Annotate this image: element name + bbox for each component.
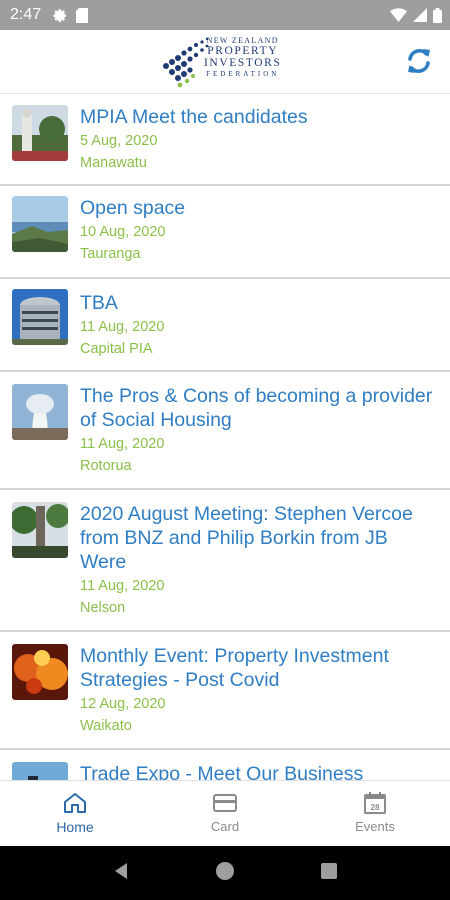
calendar-icon: 28 [364, 792, 386, 814]
bottom-tab-bar: Home Card 28 Events [0, 780, 450, 846]
event-title: 2020 August Meeting: Stephen Vercoe from… [80, 503, 413, 573]
event-location: Manawatu [80, 155, 147, 171]
event-item[interactable]: MPIA Meet the candidates 5 Aug, 2020 Man… [0, 95, 450, 186]
gear-icon [53, 8, 68, 23]
event-date: 5 Aug, 2020 [80, 133, 158, 149]
event-title: Trade Expo - Meet Our Business [80, 763, 364, 780]
event-location: Rotorua [80, 458, 132, 474]
event-title: TBA [80, 292, 118, 314]
system-nav-bar [0, 846, 450, 900]
event-date: 11 Aug, 2020 [80, 436, 165, 452]
event-thumbnail [12, 105, 68, 161]
wifi-icon [390, 8, 407, 22]
signal-icon [413, 8, 427, 22]
event-date: 11 Aug, 2020 [80, 319, 165, 335]
card-icon [213, 794, 237, 812]
event-thumbnail [12, 502, 68, 558]
tab-card-label: Card [210, 819, 240, 834]
logo-line-2: PROPERTY [207, 45, 279, 57]
tab-home-label: Home [56, 819, 94, 835]
event-title: Open space [80, 197, 186, 219]
event-title: Monthly Event: Property Investment Strat… [80, 645, 389, 691]
federation-logo: NEW ZEALAND PROPERTY INVESTORS FEDERATIO… [160, 34, 295, 90]
event-item[interactable]: TBA 11 Aug, 2020 Capital PIA [0, 279, 450, 372]
app-header: NEW ZEALAND PROPERTY INVESTORS FEDERATIO… [0, 30, 450, 94]
home-icon [64, 793, 86, 813]
event-location: Waikato [80, 718, 132, 734]
event-item[interactable]: Monthly Event: Property Investment Strat… [0, 632, 450, 750]
tab-home[interactable]: Home [0, 781, 150, 846]
status-right-icons [390, 7, 442, 23]
tab-card[interactable]: Card [150, 781, 300, 846]
event-thumbnail [12, 762, 68, 780]
sd-card-icon [76, 7, 89, 23]
event-thumbnail [12, 384, 68, 440]
event-list[interactable]: MPIA Meet the candidates 5 Aug, 2020 Man… [0, 95, 450, 780]
tab-events-label: Events [355, 819, 395, 834]
home-circle-icon[interactable] [215, 861, 235, 886]
event-item[interactable]: 2020 August Meeting: Stephen Vercoe from… [0, 490, 450, 632]
event-date: 12 Aug, 2020 [80, 696, 166, 712]
refresh-button[interactable] [404, 46, 434, 76]
event-date: 10 Aug, 2020 [80, 224, 166, 240]
event-thumbnail [12, 196, 68, 252]
event-location: Nelson [80, 600, 126, 616]
status-time: 2:47 [10, 6, 42, 23]
event-location: Tauranga [80, 246, 141, 262]
status-bar: 2:47 [0, 0, 450, 30]
logo-line-3: INVESTORS [204, 57, 282, 69]
back-icon[interactable] [112, 862, 130, 885]
event-date: 11 Aug, 2020 [80, 578, 165, 594]
event-title: The Pros & Cons of becoming a provider o… [80, 385, 433, 431]
tab-events[interactable]: 28 Events [300, 781, 450, 846]
battery-icon [433, 7, 442, 23]
event-location: Capital PIA [80, 341, 153, 357]
event-item[interactable]: Trade Expo - Meet Our Business [0, 750, 450, 780]
event-thumbnail [12, 289, 68, 345]
event-item[interactable]: Open space 10 Aug, 2020 Tauranga [0, 186, 450, 279]
event-thumbnail [12, 644, 68, 700]
recents-icon[interactable] [320, 862, 338, 885]
logo-line-1: NEW ZEALAND [206, 36, 279, 45]
svg-text:28: 28 [371, 803, 380, 812]
logo-line-4: FEDERATION [206, 70, 280, 78]
refresh-icon [408, 49, 430, 73]
logo-text: NEW ZEALAND PROPERTY INVESTORS FEDERATIO… [204, 36, 281, 78]
event-title: MPIA Meet the candidates [80, 106, 308, 128]
status-left-icons [53, 7, 89, 23]
event-item[interactable]: The Pros & Cons of becoming a provider o… [0, 372, 450, 490]
